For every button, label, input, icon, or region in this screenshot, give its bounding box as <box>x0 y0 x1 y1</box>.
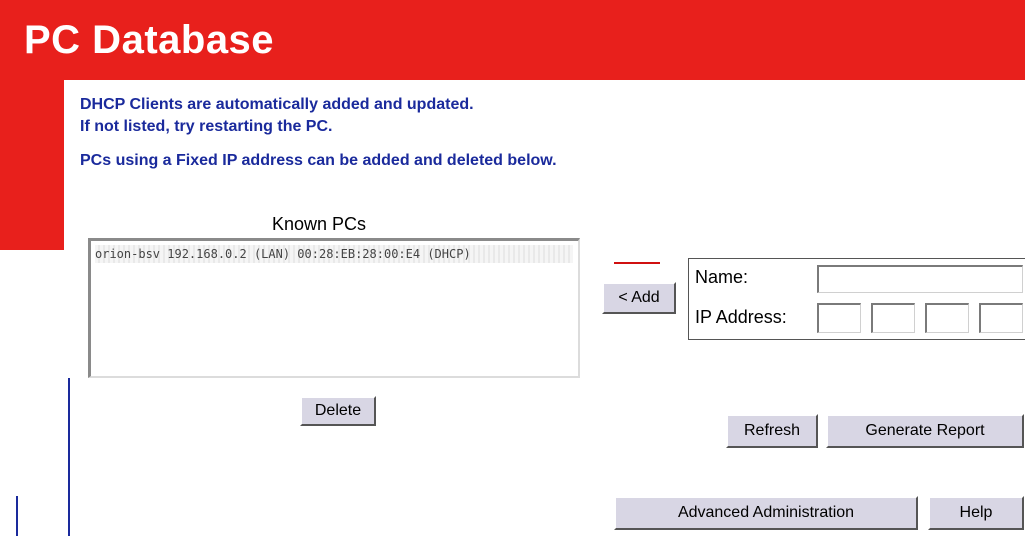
ip-address-label: IP Address: <box>695 307 787 327</box>
left-banner-band <box>0 80 64 250</box>
ip-octet-1-field[interactable] <box>817 303 861 333</box>
page-title: PC Database <box>24 18 275 62</box>
info-line-3: PCs using a Fixed IP address can be adde… <box>80 152 557 169</box>
ip-octet-3-field[interactable] <box>925 303 969 333</box>
ip-octet-2-field[interactable] <box>871 303 915 333</box>
add-button[interactable]: < Add <box>602 282 676 314</box>
generate-report-button[interactable]: Generate Report <box>826 414 1024 448</box>
add-pc-form: Name: IP Address: <box>688 258 1025 340</box>
refresh-button[interactable]: Refresh <box>726 414 818 448</box>
left-edge-line <box>16 496 18 536</box>
known-pcs-label: Known PCs <box>272 214 367 234</box>
known-pcs-listbox[interactable]: orion-bsv 192.168.0.2 (LAN) 00:28:EB:28:… <box>88 238 580 378</box>
decorative-red-line <box>614 262 660 264</box>
info-line-1: DHCP Clients are automatically added and… <box>80 96 474 113</box>
delete-button[interactable]: Delete <box>300 396 376 426</box>
advanced-administration-button[interactable]: Advanced Administration <box>614 496 918 530</box>
info-line-2: If not listed, try restarting the PC. <box>80 118 333 135</box>
ip-octet-4-field[interactable] <box>979 303 1023 333</box>
help-button[interactable]: Help <box>928 496 1024 530</box>
name-field[interactable] <box>817 265 1023 293</box>
left-divider-line <box>68 378 70 536</box>
list-item[interactable]: orion-bsv 192.168.0.2 (LAN) 00:28:EB:28:… <box>95 245 573 263</box>
name-label: Name: <box>695 267 749 287</box>
